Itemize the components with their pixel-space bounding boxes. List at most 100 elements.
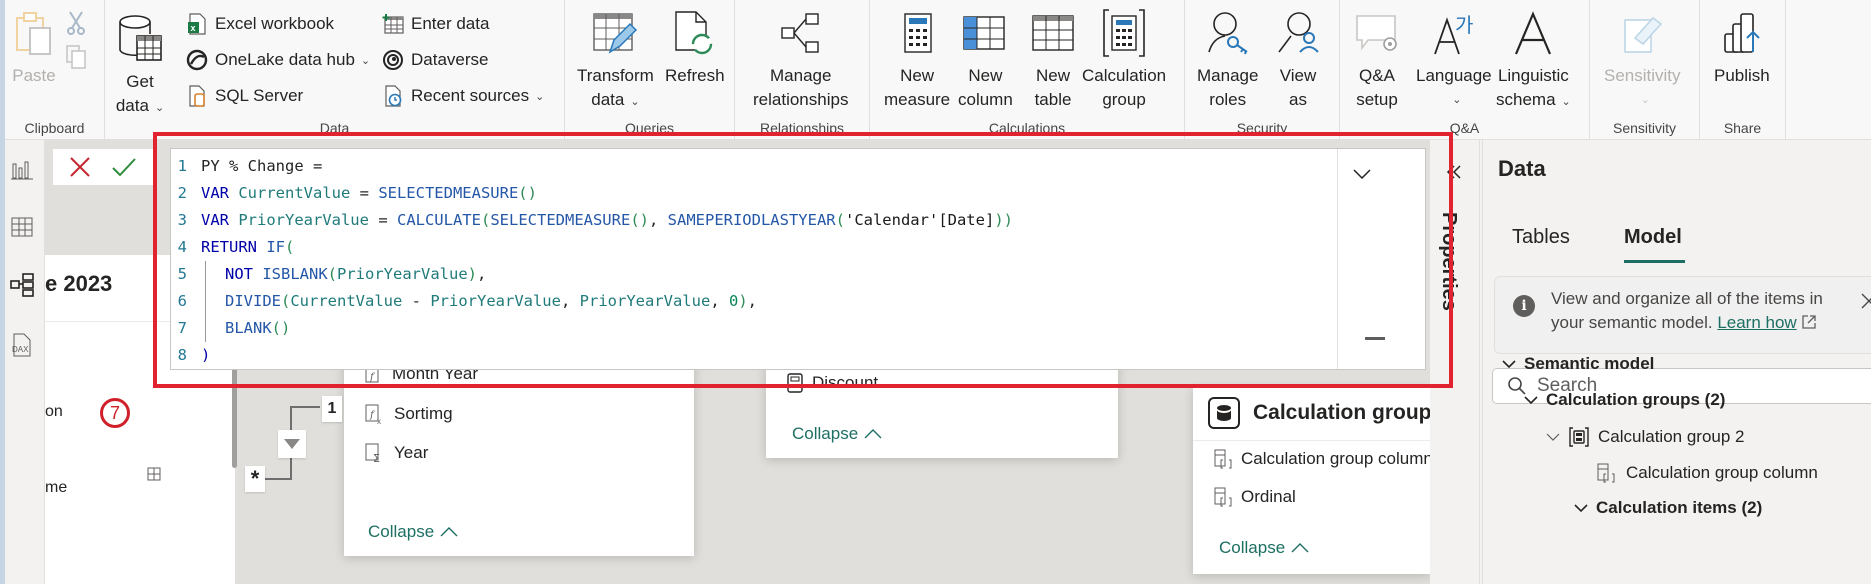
transform-data-icon: [590, 8, 640, 58]
paste-button[interactable]: Paste: [9, 8, 59, 88]
new-table-button[interactable]: New table: [1028, 8, 1078, 112]
view-as-button[interactable]: View as: [1273, 8, 1323, 112]
linguistic-schema-button[interactable]: Linguistic schema ⌄: [1496, 8, 1571, 114]
code-line[interactable]: 6 DIVIDE(CurrentValue - PriorYearValue, P…: [171, 288, 1013, 315]
code-line[interactable]: 3 VAR PriorYearValue = CALCULATE(SELECTED…: [171, 207, 1013, 234]
code-line[interactable]: 7 BLANK(): [171, 315, 1013, 342]
svg-text:f: f: [369, 410, 376, 421]
calendar-table-card[interactable]: f Month Year fx Sortimg Σ Year Collapse: [344, 340, 694, 556]
properties-pane-collapsed: Properties: [1430, 140, 1480, 584]
dataverse-icon: [381, 48, 405, 72]
field-calculation-group-column[interactable]: Calculation group column: [1213, 448, 1430, 470]
publish-button[interactable]: Publish: [1714, 8, 1770, 88]
field-label: Calculation group column: [1241, 449, 1430, 468]
properties-label[interactable]: Properties: [1437, 212, 1460, 311]
get-data-label-2: data: [115, 96, 149, 115]
cancel-button[interactable]: [67, 154, 93, 180]
database-icon: [115, 14, 165, 64]
manage-roles-button[interactable]: Manage roles: [1197, 8, 1258, 112]
filter-direction-button[interactable]: [278, 430, 306, 458]
copy-button[interactable]: [65, 44, 87, 75]
tree-item-label: Calculation group 2: [1598, 427, 1745, 446]
new-measure-button[interactable]: New measure: [884, 8, 950, 112]
field-ordinal[interactable]: Ordinal: [1213, 486, 1296, 508]
code-line[interactable]: 5 NOT ISBLANK(PriorYearValue),: [171, 261, 1013, 288]
step-number-badge: 7: [100, 398, 130, 428]
close-banner-button[interactable]: [1861, 289, 1871, 315]
manage-relationships-button[interactable]: Manage relationships: [753, 8, 848, 112]
calculation-group-button[interactable]: Calculation group: [1082, 8, 1166, 112]
get-data-button[interactable]: Get data ⌄: [115, 14, 165, 120]
minimize-icon[interactable]: [1365, 337, 1385, 340]
onelake-data-hub-button[interactable]: OneLake data hub ⌄: [185, 47, 370, 73]
tree-item-calculation-group-2[interactable]: Calculation group 2: [1546, 426, 1744, 448]
table-icon: [11, 217, 33, 237]
calc-group-column-icon: [1214, 487, 1232, 507]
expand-editor-button[interactable]: [1347, 159, 1377, 189]
field-sortimg[interactable]: fx Sortimg: [364, 403, 453, 425]
collapse-button[interactable]: Collapse: [792, 424, 882, 444]
transform-data-button[interactable]: Transform data ⌄: [577, 8, 654, 114]
tree-item-calculation-items[interactable]: Calculation items (2): [1574, 498, 1762, 518]
refresh-button[interactable]: Refresh: [665, 8, 725, 88]
dax-formula-editor[interactable]: 1 PY % Change = 2 VAR CurrentValue = SELECT…: [170, 148, 1426, 370]
code-token: PriorYearValue: [579, 292, 711, 310]
code-line[interactable]: 2 VAR CurrentValue = SELECTEDMEASURE(): [171, 180, 1013, 207]
chevron-down-icon: ⌄: [1452, 94, 1462, 106]
table-add-icon: [381, 12, 405, 36]
qa-setup-button[interactable]: Q&A setup: [1352, 8, 1402, 112]
code-token: -: [402, 292, 431, 310]
dataverse-button[interactable]: Dataverse: [381, 47, 488, 73]
code-token: RETURN: [201, 238, 267, 256]
calculation-group-icon: [1099, 8, 1149, 58]
code-token: (): [630, 211, 649, 229]
line-number: 7: [177, 319, 187, 337]
language-button[interactable]: 가 Language ⌄: [1416, 8, 1492, 112]
enter-data-button[interactable]: Enter data: [381, 11, 489, 37]
recent-sources-button[interactable]: Recent sources ⌄: [381, 83, 544, 109]
code-token: SELECTEDMEASURE: [378, 184, 519, 202]
new-column-button[interactable]: New column: [958, 8, 1013, 112]
code-line[interactable]: 1 PY % Change =: [171, 153, 1013, 180]
tree-item-calculation-groups[interactable]: Calculation groups (2): [1524, 390, 1725, 410]
group-label-qa: Q&A: [1449, 120, 1480, 136]
line-number: 3: [177, 211, 187, 229]
tab-model[interactable]: Model: [1624, 226, 1682, 249]
model-view-button[interactable]: [7, 270, 37, 300]
divider: [1193, 440, 1430, 441]
collapse-button[interactable]: Collapse: [368, 522, 458, 542]
calculated-column-icon: fx: [365, 404, 381, 425]
calculation-group-card[interactable]: Calculation group Calculation group colu…: [1193, 388, 1430, 574]
report-view-button[interactable]: [7, 154, 37, 184]
sensitivity-button[interactable]: Sensitivity ⌄: [1604, 8, 1681, 112]
expand-properties-button[interactable]: [1446, 164, 1462, 185]
recent-sources-label: Recent sources: [411, 86, 530, 105]
calculation-group-label-1: Calculation: [1082, 66, 1167, 85]
info-icon: i: [1513, 295, 1535, 317]
tree-item-calculation-group-column[interactable]: Calculation group column: [1596, 462, 1818, 484]
line-number: 8: [177, 346, 187, 364]
measure-icon: [787, 373, 803, 393]
cut-button[interactable]: [65, 10, 87, 41]
tab-tables[interactable]: Tables: [1512, 226, 1570, 249]
clipboard-icon: [9, 8, 59, 58]
data-pane: Data Tables Model i View and organize al…: [1482, 140, 1871, 584]
tree-item-label: Semantic model: [1524, 354, 1655, 373]
dax-query-view-button[interactable]: DAX: [7, 330, 37, 360]
field-year[interactable]: Σ Year: [364, 442, 428, 464]
code-line[interactable]: 8): [171, 342, 1013, 369]
learn-how-link[interactable]: Learn how: [1717, 313, 1796, 332]
tree-item-label: Calculation groups (2): [1546, 390, 1726, 409]
collapse-label: Collapse: [368, 522, 435, 541]
sql-server-button[interactable]: SQL Server: [185, 83, 303, 109]
excel-workbook-button[interactable]: x Excel workbook: [185, 11, 334, 37]
table-view-button[interactable]: [7, 212, 37, 242]
code-token: PY % Change =: [201, 157, 323, 175]
tree-item-label: Calculation group column: [1626, 463, 1818, 482]
collapse-button[interactable]: Collapse: [1219, 538, 1309, 558]
tree-item-semantic-model[interactable]: Semantic model: [1502, 354, 1654, 374]
code-line[interactable]: 4 RETURN IF(: [171, 234, 1013, 261]
commit-button[interactable]: [111, 154, 137, 180]
code-area[interactable]: 1 PY % Change = 2 VAR CurrentValue = SELECT…: [171, 153, 1013, 369]
field-discount[interactable]: Discount: [786, 372, 878, 394]
